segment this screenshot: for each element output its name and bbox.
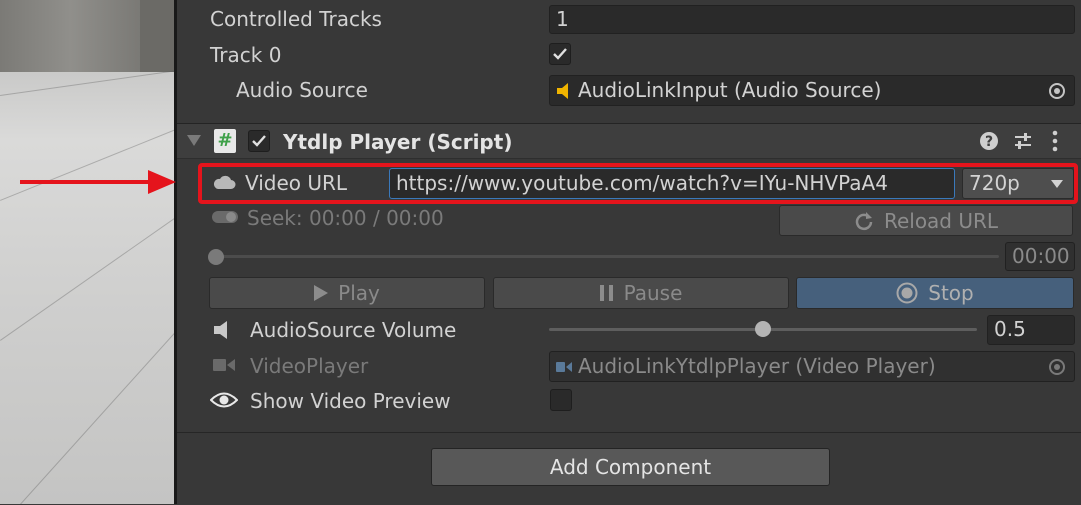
volume-slider-knob[interactable] [755,321,771,337]
seek-slider-knob[interactable] [208,249,224,265]
pause-button[interactable]: Pause [493,277,789,309]
svg-text:?: ? [985,134,993,150]
annotation-arrow-icon [20,170,176,194]
component-header[interactable]: # Ytdlp Player (Script) ? [177,123,1081,159]
seek-slider-track[interactable] [215,255,999,258]
refresh-icon [855,211,873,230]
track0-checkbox[interactable] [549,43,571,65]
component-enabled-checkbox[interactable] [248,130,270,152]
object-picker-icon[interactable] [1048,82,1066,100]
videoplayer-label: VideoPlayer [250,354,369,378]
scene-view [0,0,176,504]
audio-source-field[interactable]: AudioLinkInput (Audio Source) [549,75,1075,106]
stop-icon [896,282,918,304]
script-icon: # [214,129,236,153]
eye-icon [210,392,238,408]
videoplayer-small-icon [556,362,572,372]
seek-time-field[interactable]: 00:00 [1005,242,1075,271]
speaker-icon [214,321,227,339]
audio-source-icon [557,83,568,99]
play-button[interactable]: Play [209,277,485,309]
reload-url-button[interactable]: Reload URL [779,205,1073,236]
scene-pillar [140,0,176,72]
audio-source-label: Audio Source [236,78,368,102]
show-preview-label: Show Video Preview [250,389,451,413]
help-icon[interactable]: ? [979,131,999,151]
annotation-highlight-box [198,163,1078,204]
reload-url-label: Reload URL [883,208,999,233]
floor-line [0,190,176,341]
audio-source-value: AudioLinkInput (Audio Source) [578,78,882,102]
preset-sliders-icon[interactable] [1013,131,1033,151]
play-icon [314,285,329,301]
checkmark-icon [252,135,266,147]
object-picker-icon[interactable] [1048,358,1066,376]
controlled-tracks-field[interactable]: 1 [549,5,1075,34]
pause-icon [599,285,613,301]
more-vert-icon[interactable] [1051,130,1059,152]
checkmark-icon [553,48,567,60]
videoplayer-value: AudioLinkYtdlpPlayer (Video Player) [578,354,936,378]
controlled-tracks-label: Controlled Tracks [210,7,382,31]
stop-label: Stop [928,281,974,305]
volume-label: AudioSource Volume [250,318,457,342]
videoplayer-field[interactable]: AudioLinkYtdlpPlayer (Video Player) [549,351,1075,382]
seek-label: Seek: 00:00 / 00:00 [247,206,444,230]
stop-button[interactable]: Stop [796,277,1074,309]
volume-value-field[interactable]: 0.5 [987,315,1075,345]
show-preview-checkbox[interactable] [550,389,572,411]
inspector-panel: Controlled Tracks 1 Track 0 Audio Source… [177,0,1081,505]
play-label: Play [338,281,380,305]
pause-label: Pause [623,281,683,305]
video-camera-icon [213,359,235,371]
add-component-button[interactable]: Add Component [431,448,830,486]
floor-line [20,310,176,504]
foldout-arrow-icon[interactable] [187,135,201,147]
track0-label: Track 0 [210,43,282,67]
component-title: Ytdlp Player (Script) [283,130,513,154]
toggle-icon [212,211,238,223]
